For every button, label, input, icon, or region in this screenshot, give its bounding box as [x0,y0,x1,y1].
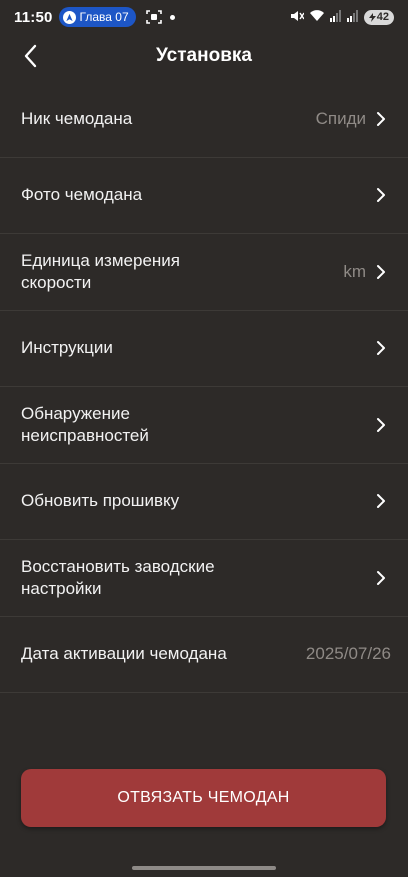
header: Установка [0,34,408,78]
setting-row-instructions[interactable]: Инструкции [0,311,408,387]
status-icons: 42 [290,9,394,26]
setting-label: Единица измерения скорости [21,250,180,292]
setting-value: Спиди [315,108,366,128]
home-indicator[interactable] [132,866,276,870]
setting-label: Ник чемодана [21,108,133,128]
setting-row-fault-detection[interactable]: Обнаружение неисправностей [0,387,408,464]
setting-label: Обновить прошивку [21,491,180,511]
setting-row-speed-unit[interactable]: Единица измерения скорости km [0,234,408,311]
setting-row-activation-date: Дата активации чемодана 2025/07/26 [0,617,408,693]
notification-dot-icon [169,14,175,20]
charging-bolt-icon [368,12,376,22]
chevron-right-icon [376,264,388,280]
chevron-right-icon [376,570,388,586]
back-arrow-icon [24,44,37,68]
setting-row-factory-reset[interactable]: Восстановить заводские настройки [0,540,408,617]
setting-value: km [343,261,366,281]
setting-label: Обнаружение неисправностей [21,403,149,445]
battery-indicator: 42 [363,9,394,25]
setting-label: Восстановить заводские настройки [21,556,215,598]
wifi-icon [309,9,325,25]
status-bar: 11:50 Глава 07 42 [0,0,408,34]
signal-icon-1 [329,9,342,25]
unbind-suitcase-button[interactable]: ОТВЯЗАТЬ ЧЕМОДАН [21,769,386,827]
setting-label: Дата активации чемодана [21,644,227,664]
navigation-pill-label: Глава 07 [79,10,129,24]
settings-list: Ник чемодана Спиди Фото чемодана Единица… [0,81,408,693]
chevron-right-icon [376,187,388,203]
navigation-arrow-icon [62,10,76,24]
screen-record-icon [145,9,162,25]
status-time: 11:50 [14,8,53,26]
setting-row-suitcase-photo[interactable]: Фото чемодана [0,158,408,234]
setting-label: Фото чемодана [21,185,143,205]
setting-label: Инструкции [21,338,113,358]
signal-icon-2 [346,9,359,25]
chevron-right-icon [376,340,388,356]
chevron-right-icon [376,111,388,127]
chevron-right-icon [376,493,388,509]
back-button[interactable] [14,40,46,72]
page-title: Установка [156,45,252,66]
mute-icon [290,9,305,26]
setting-row-firmware-update[interactable]: Обновить прошивку [0,464,408,540]
chevron-right-icon [376,417,388,433]
setting-value: 2025/07/26 [305,644,391,664]
navigation-pill[interactable]: Глава 07 [58,7,136,27]
battery-level: 42 [376,11,389,23]
setting-row-suitcase-nickname[interactable]: Ник чемодана Спиди [0,81,408,158]
